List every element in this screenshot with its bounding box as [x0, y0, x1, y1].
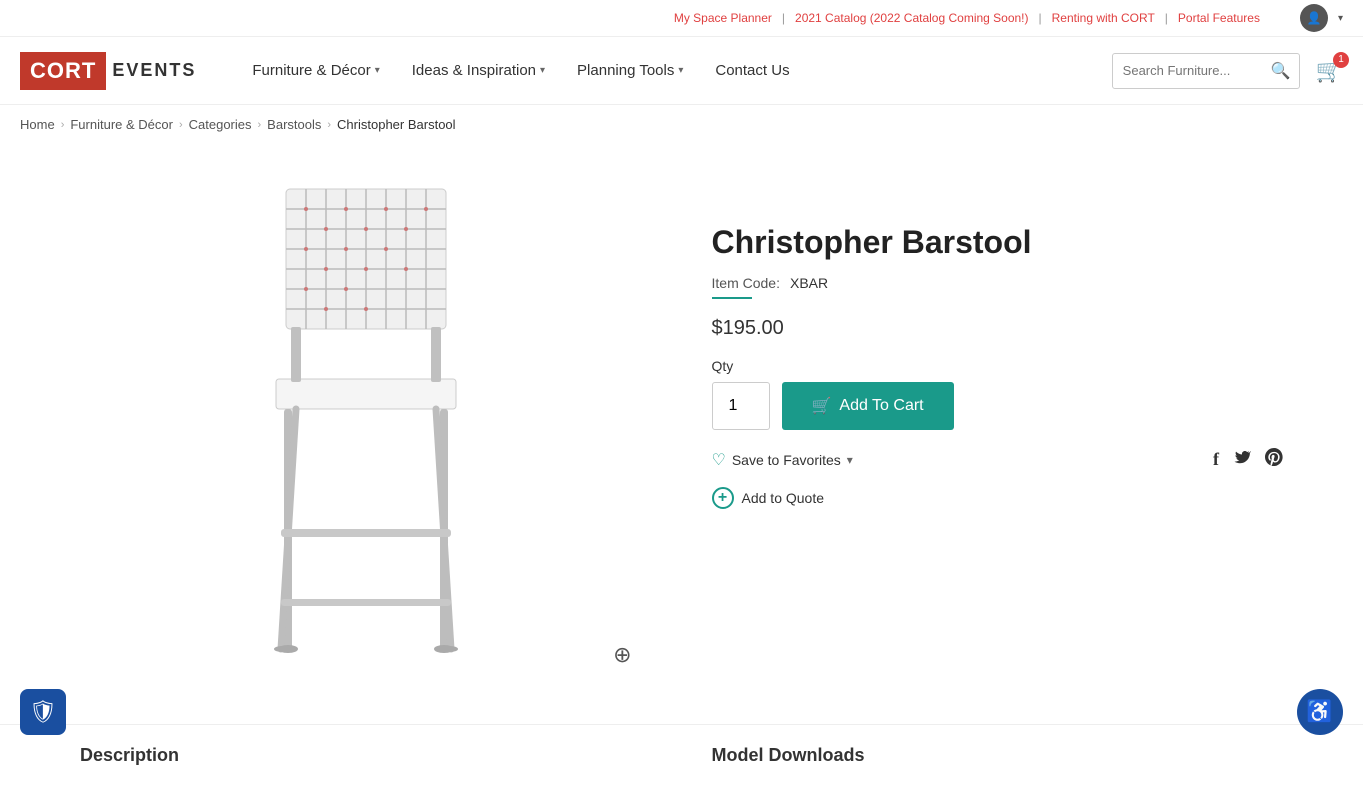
breadcrumb-home[interactable]: Home	[20, 117, 55, 132]
actions-row: ♡ Save to Favorites ▾ f	[712, 448, 1284, 471]
accessibility-icon: ♿	[1306, 699, 1333, 725]
add-to-cart-label: Add To Cart	[839, 397, 923, 415]
twitter-icon[interactable]	[1233, 448, 1251, 471]
nav-planning-label: Planning Tools	[577, 62, 674, 79]
portal-link[interactable]: Portal Features	[1178, 11, 1260, 25]
breadcrumb-sep-2: ›	[179, 119, 183, 131]
item-code-row: Item Code: XBAR	[712, 275, 1284, 291]
main-nav: Furniture & Décor ▾ Ideas & Inspiration …	[236, 37, 1111, 105]
logo-brand: CORT	[20, 52, 106, 90]
search-button[interactable]: 🔍	[1263, 61, 1299, 81]
breadcrumb: Home › Furniture & Décor › Categories › …	[0, 105, 1363, 144]
nav-ideas-label: Ideas & Inspiration	[412, 62, 536, 79]
breadcrumb-sep-3: ›	[258, 119, 262, 131]
chevron-down-icon: ▾	[375, 65, 380, 76]
nav-planning-tools[interactable]: Planning Tools ▾	[561, 37, 699, 105]
save-favorites-button[interactable]: ♡ Save to Favorites ▾	[712, 450, 853, 470]
product-image-wrap: ⊕	[80, 164, 652, 684]
description-section: Description	[80, 745, 652, 766]
chevron-down-icon-3: ▾	[678, 65, 683, 76]
description-title: Description	[80, 745, 652, 766]
nav-ideas-inspiration[interactable]: Ideas & Inspiration ▾	[396, 37, 561, 105]
header-icons: 🛒 1	[1316, 58, 1343, 84]
model-downloads-section: Model Downloads	[712, 745, 1284, 766]
cart-icon-btn: 🛒	[812, 396, 832, 416]
circle-plus-icon: +	[712, 487, 734, 509]
item-code-underline	[712, 297, 752, 299]
item-code-value: XBAR	[790, 275, 828, 291]
product-title: Christopher Barstool	[712, 224, 1284, 261]
bottom-section: Description Model Downloads	[0, 724, 1363, 786]
nav-contact-us[interactable]: Contact Us	[699, 37, 805, 105]
facebook-icon[interactable]: f	[1213, 449, 1219, 470]
search-area: 🔍	[1112, 53, 1300, 89]
qty-input[interactable]	[712, 382, 770, 430]
renting-link[interactable]: Renting with CORT	[1052, 11, 1155, 25]
my-space-planner-link[interactable]: My Space Planner	[674, 11, 772, 25]
product-section: ⊕ Christopher Barstool Item Code: XBAR $…	[0, 144, 1363, 724]
logo[interactable]: CORT EVENTS	[20, 52, 196, 90]
shield-button[interactable]: 🛡	[20, 689, 66, 735]
user-chevron: ▾	[1338, 13, 1343, 24]
save-favorites-chevron: ▾	[847, 453, 853, 467]
separator-1: |	[782, 11, 785, 25]
zoom-icon[interactable]: ⊕	[613, 642, 631, 668]
breadcrumb-sep-1: ›	[61, 119, 65, 131]
save-favorites-label: Save to Favorites	[732, 452, 841, 468]
search-input[interactable]	[1113, 63, 1263, 78]
chevron-down-icon-2: ▾	[540, 65, 545, 76]
top-bar: My Space Planner | 2021 Catalog (2022 Ca…	[0, 0, 1363, 37]
separator-2: |	[1039, 11, 1042, 25]
logo-sub: EVENTS	[112, 60, 196, 81]
cart-icon-wrap[interactable]: 🛒 1	[1316, 58, 1343, 84]
pinterest-icon[interactable]	[1265, 448, 1283, 471]
add-to-quote-button[interactable]: + Add to Quote	[712, 487, 825, 509]
breadcrumb-categories[interactable]: Categories	[189, 117, 252, 132]
separator-3: |	[1165, 11, 1168, 25]
catalog-link[interactable]: 2021 Catalog (2022 Catalog Coming Soon!)	[795, 11, 1028, 25]
heart-icon: ♡	[712, 450, 726, 470]
item-code-label: Item Code:	[712, 275, 780, 291]
breadcrumb-furniture[interactable]: Furniture & Décor	[70, 117, 173, 132]
qty-label: Qty	[712, 358, 1284, 374]
header: CORT EVENTS Furniture & Décor ▾ Ideas & …	[0, 37, 1363, 105]
cart-badge: 1	[1333, 52, 1349, 68]
add-to-quote-label: Add to Quote	[742, 490, 825, 506]
accessibility-button[interactable]: ♿	[1297, 689, 1343, 735]
nav-furniture-decor[interactable]: Furniture & Décor ▾	[236, 37, 395, 105]
breadcrumb-current: Christopher Barstool	[337, 117, 456, 132]
product-image	[206, 174, 526, 674]
product-price: $195.00	[712, 317, 1284, 340]
add-to-cart-button[interactable]: 🛒 Add To Cart	[782, 382, 954, 430]
nav-contact-label: Contact Us	[715, 62, 789, 79]
model-downloads-title: Model Downloads	[712, 745, 1284, 766]
shield-icon: 🛡	[29, 699, 57, 725]
product-image-svg	[226, 179, 506, 669]
user-icon[interactable]: 👤	[1300, 4, 1328, 32]
breadcrumb-sep-4: ›	[327, 119, 331, 131]
breadcrumb-barstools[interactable]: Barstools	[267, 117, 321, 132]
social-icons: f	[1213, 448, 1283, 471]
qty-cart-row: 🛒 Add To Cart	[712, 382, 1284, 430]
product-info: Christopher Barstool Item Code: XBAR $19…	[712, 164, 1284, 509]
nav-furniture-decor-label: Furniture & Décor	[252, 62, 370, 79]
